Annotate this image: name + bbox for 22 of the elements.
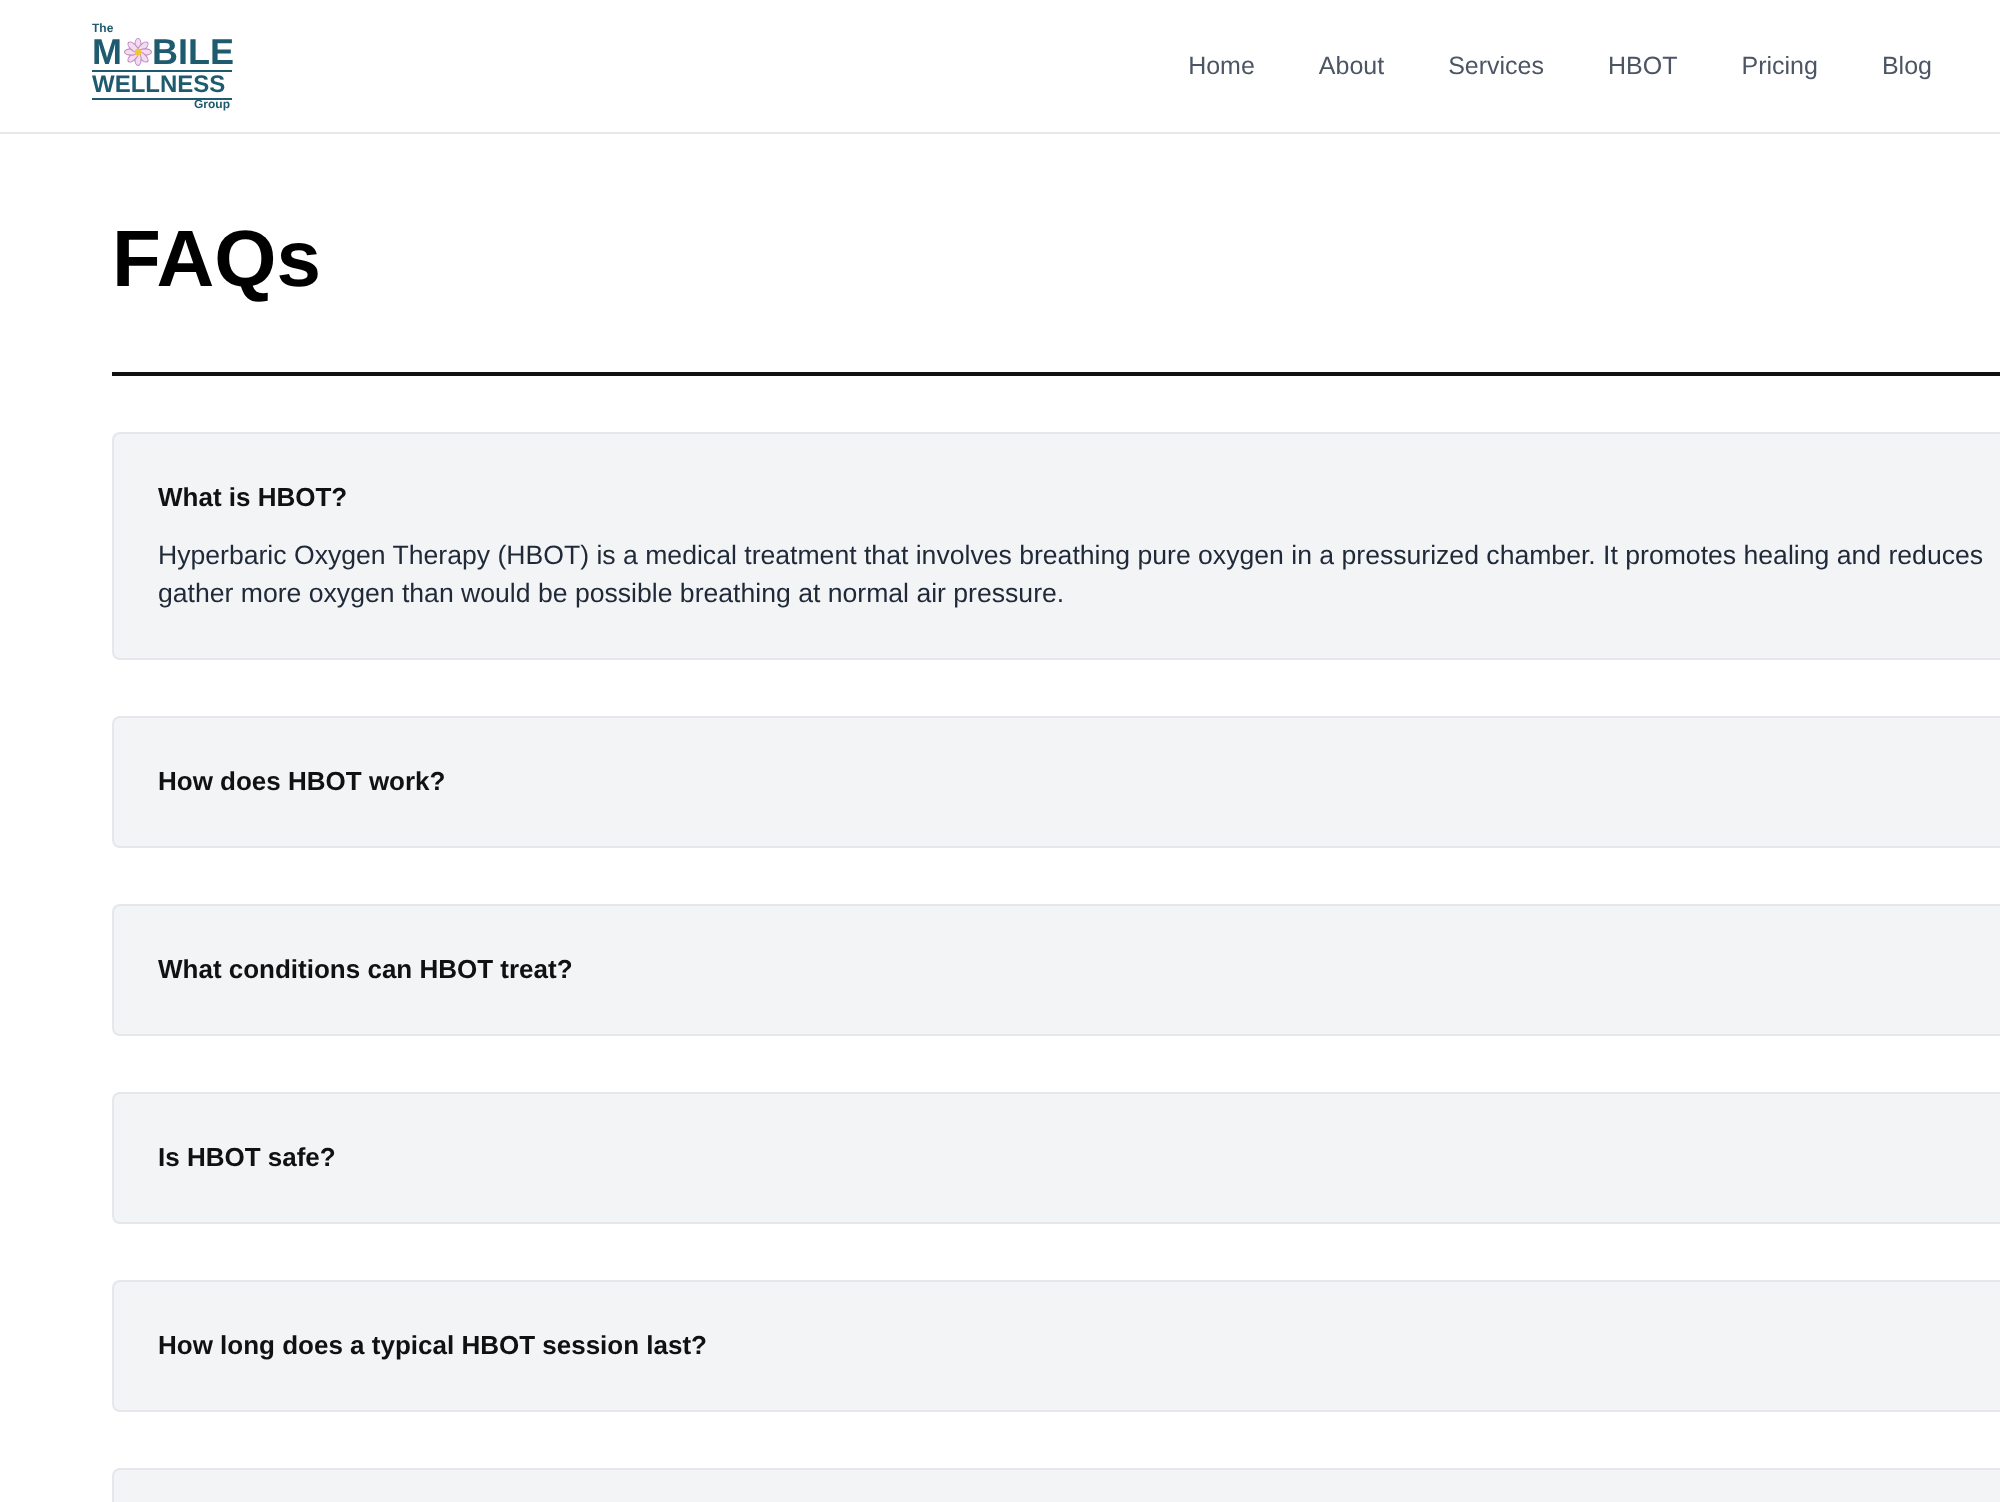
nav-link[interactable]: Pricing (1741, 52, 1818, 80)
flower-icon (123, 38, 151, 66)
logo-text: M (92, 36, 122, 68)
logo-text: BILE (152, 36, 235, 68)
logo-text: WELLNESS (92, 71, 232, 99)
nav-link[interactable]: Services (1448, 52, 1545, 80)
page-title: FAQs (112, 214, 323, 308)
faq-card[interactable]: What conditions can HBOT treat? (112, 903, 2000, 1035)
faq-question[interactable]: How long does a typical HBOT session last? (158, 1327, 707, 1363)
faq-question[interactable]: What conditions can HBOT treat? (158, 951, 573, 987)
faq-question[interactable]: Is HBOT safe? (158, 1139, 336, 1175)
faq-card[interactable]: How does HBOT work? (112, 715, 2000, 847)
nav-link[interactable]: About (1318, 52, 1385, 80)
nav-link[interactable]: HBOT (1608, 52, 1678, 80)
faq-card[interactable]: How long does a typical HBOT session last? (112, 1279, 2000, 1411)
faq-question[interactable]: What is HBOT? (158, 479, 348, 515)
faq-question[interactable]: How does HBOT work? (158, 763, 446, 799)
faq-card[interactable]: Is HBOT safe? (112, 1091, 2000, 1223)
nav-link[interactable]: Blog (1881, 52, 1932, 80)
faq-card[interactable] (112, 431, 2000, 659)
faq-answer: Hyperbaric Oxygen Therapy (HBOT) is a medical treatment that involves breathing pure oxygen in a pressurized chamber. It promotes healing and reduces gather more oxygen than would be possible breathing at normal air pressure. (158, 537, 1986, 611)
nav-link[interactable]: Home (1188, 52, 1255, 80)
